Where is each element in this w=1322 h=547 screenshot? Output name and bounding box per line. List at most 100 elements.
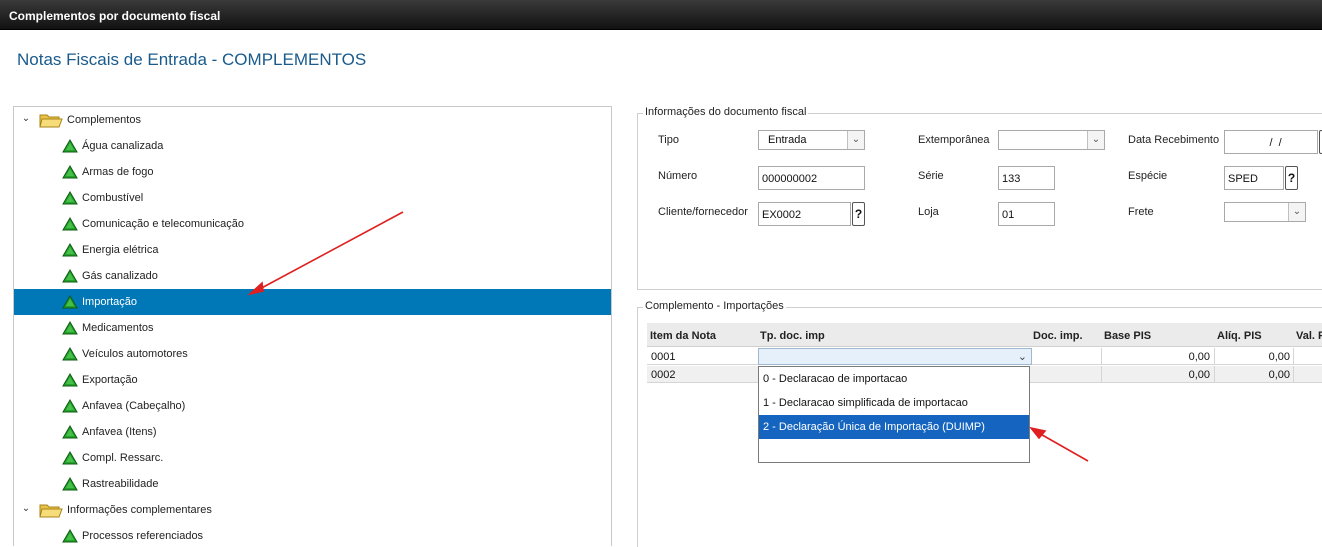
status-triangle-icon — [62, 399, 78, 413]
chevron-down-icon[interactable]: ⌄ — [1288, 203, 1305, 221]
loja-label: Loja — [918, 206, 939, 218]
tree-item-medicamentos[interactable]: Medicamentos — [14, 315, 611, 341]
status-triangle-icon — [62, 295, 78, 309]
dropdown-option-selected[interactable]: 2 - Declaração Única de Importação (DUIM… — [759, 415, 1029, 439]
base-pis-cell: 0,00 — [1188, 369, 1210, 381]
tipo-select[interactable]: Entrada ⌄ — [758, 130, 865, 150]
numero-input[interactable]: 000000002 — [758, 166, 865, 190]
column-header[interactable]: Tp. doc. imp — [760, 330, 825, 342]
column-divider — [1214, 366, 1215, 383]
column-divider — [1101, 348, 1102, 365]
tree-item-importacao[interactable]: Importação — [14, 289, 611, 315]
chevron-down-icon[interactable]: ⌄ — [1018, 350, 1027, 363]
loja-input[interactable]: 01 — [998, 202, 1055, 226]
status-triangle-icon — [62, 217, 78, 231]
tree-item-anfavea-cabecalho[interactable]: Anfavea (Cabeçalho) — [14, 393, 611, 419]
item-cell: 0002 — [651, 369, 676, 381]
tp-doc-imp-dropdown: 0 - Declaracao de importacao 1 - Declara… — [758, 366, 1030, 463]
aliq-pis-cell: 0,00 — [1268, 369, 1290, 381]
page-title: Notas Fiscais de Entrada - COMPLEMENTOS — [17, 50, 367, 69]
tipo-value: Entrada — [768, 134, 807, 146]
column-header[interactable]: Val. P — [1296, 330, 1322, 342]
tree-item-rastreabilidade[interactable]: Rastreabilidade — [14, 471, 611, 497]
tree-label: Importação — [82, 296, 138, 308]
cliente-lookup-button[interactable]: ? — [852, 202, 865, 226]
status-triangle-icon — [62, 451, 78, 465]
tree-item-comunicacao-e-telecomunicacao[interactable]: Comunicação e telecomunicação — [14, 211, 611, 237]
cliente-input[interactable]: EX0002 — [758, 202, 851, 226]
tree-label: Informações complementares — [67, 504, 212, 516]
tree-item-compl-ressarc[interactable]: Compl. Ressarc. — [14, 445, 611, 471]
tree-item-combustivel[interactable]: Combustível — [14, 185, 611, 211]
tree-item-processos-referenciados[interactable]: Processos referenciados — [14, 523, 611, 546]
status-triangle-icon — [62, 243, 78, 257]
tree-label: Medicamentos — [82, 322, 154, 334]
tree-label: Complementos — [67, 114, 141, 126]
extemporanea-select[interactable]: ⌄ — [998, 130, 1105, 150]
base-pis-cell: 0,00 — [1188, 351, 1210, 363]
tree-label: Combustível — [82, 192, 144, 204]
folder-open-icon — [39, 112, 63, 128]
tree-item-agua-canalizada[interactable]: Água canalizada — [14, 133, 611, 159]
status-triangle-icon — [62, 269, 78, 283]
especie-label: Espécie — [1128, 170, 1168, 182]
window-title: Complementos por documento fiscal — [9, 9, 221, 23]
dropdown-option[interactable]: 0 - Declaracao de importacao — [759, 367, 1029, 391]
window-title-bar: Complementos por documento fiscal — [0, 0, 1322, 30]
column-divider — [1293, 366, 1294, 383]
status-triangle-icon — [62, 529, 78, 543]
status-triangle-icon — [62, 347, 78, 361]
chevron-down-icon[interactable]: ⌄ — [20, 113, 32, 125]
tree-item-veiculos-automotores[interactable]: Veículos automotores — [14, 341, 611, 367]
tree-node-complementos[interactable]: ⌄ Complementos — [14, 107, 611, 133]
tipo-label: Tipo — [658, 134, 679, 146]
tree-item-armas-de-fogo[interactable]: Armas de fogo — [14, 159, 611, 185]
column-header[interactable]: Base PIS — [1104, 330, 1151, 342]
column-divider — [1101, 366, 1102, 383]
folder-open-icon — [39, 502, 63, 518]
tree-label: Comunicação e telecomunicação — [82, 218, 245, 230]
column-divider — [1293, 348, 1294, 365]
status-triangle-icon — [62, 139, 78, 153]
data-recebimento-label: Data Recebimento — [1128, 134, 1220, 146]
importacoes-legend: Complemento - Importações — [643, 300, 786, 312]
tree-label: Anfavea (Itens) — [82, 426, 157, 438]
chevron-down-icon[interactable]: ⌄ — [20, 503, 32, 515]
tree-node-informacoes-complementares[interactable]: ⌄ Informações complementares — [14, 497, 611, 523]
column-divider — [1214, 348, 1215, 365]
status-triangle-icon — [62, 425, 78, 439]
extemporanea-label: Extemporânea — [918, 134, 990, 146]
tree-item-exportacao[interactable]: Exportação — [14, 367, 611, 393]
tree-label: Anfavea (Cabeçalho) — [82, 400, 186, 412]
data-recebimento-input[interactable]: / / — [1224, 130, 1318, 154]
tree-item-anfavea-itens[interactable]: Anfavea (Itens) — [14, 419, 611, 445]
status-triangle-icon — [62, 477, 78, 491]
item-cell: 0001 — [651, 351, 676, 363]
column-header[interactable]: Doc. imp. — [1033, 330, 1083, 342]
tree-label: Processos referenciados — [82, 530, 204, 542]
doc-info-legend: Informações do documento fiscal — [643, 106, 809, 118]
column-header[interactable]: Alíq. PIS — [1217, 330, 1262, 342]
chevron-down-icon[interactable]: ⌄ — [1087, 131, 1104, 149]
dropdown-option[interactable]: 1 - Declaracao simplificada de importaca… — [759, 391, 1029, 415]
numero-label: Número — [658, 170, 698, 182]
importacoes-grid-header: Item da Nota Tp. doc. imp Doc. imp. Base… — [647, 323, 1322, 347]
tree-label: Armas de fogo — [82, 166, 154, 178]
status-triangle-icon — [62, 165, 78, 179]
serie-label: Série — [918, 170, 944, 182]
tree-label: Energia elétrica — [82, 244, 159, 256]
status-triangle-icon — [62, 373, 78, 387]
tree-item-gas-canalizado[interactable]: Gás canalizado — [14, 263, 611, 289]
tree-label: Compl. Ressarc. — [82, 452, 164, 464]
tree-item-energia-eletrica[interactable]: Energia elétrica — [14, 237, 611, 263]
aliq-pis-cell: 0,00 — [1268, 351, 1290, 363]
chevron-down-icon[interactable]: ⌄ — [847, 131, 864, 149]
frete-label: Frete — [1128, 206, 1154, 218]
serie-input[interactable]: 133 — [998, 166, 1055, 190]
tree-label: Veículos automotores — [82, 348, 188, 360]
column-header[interactable]: Item da Nota — [650, 330, 716, 342]
frete-select[interactable]: ⌄ — [1224, 202, 1306, 222]
tp-doc-imp-combo[interactable]: ⌄ — [758, 348, 1032, 365]
especie-input[interactable]: SPED — [1224, 166, 1284, 190]
especie-lookup-button[interactable]: ? — [1285, 166, 1298, 190]
